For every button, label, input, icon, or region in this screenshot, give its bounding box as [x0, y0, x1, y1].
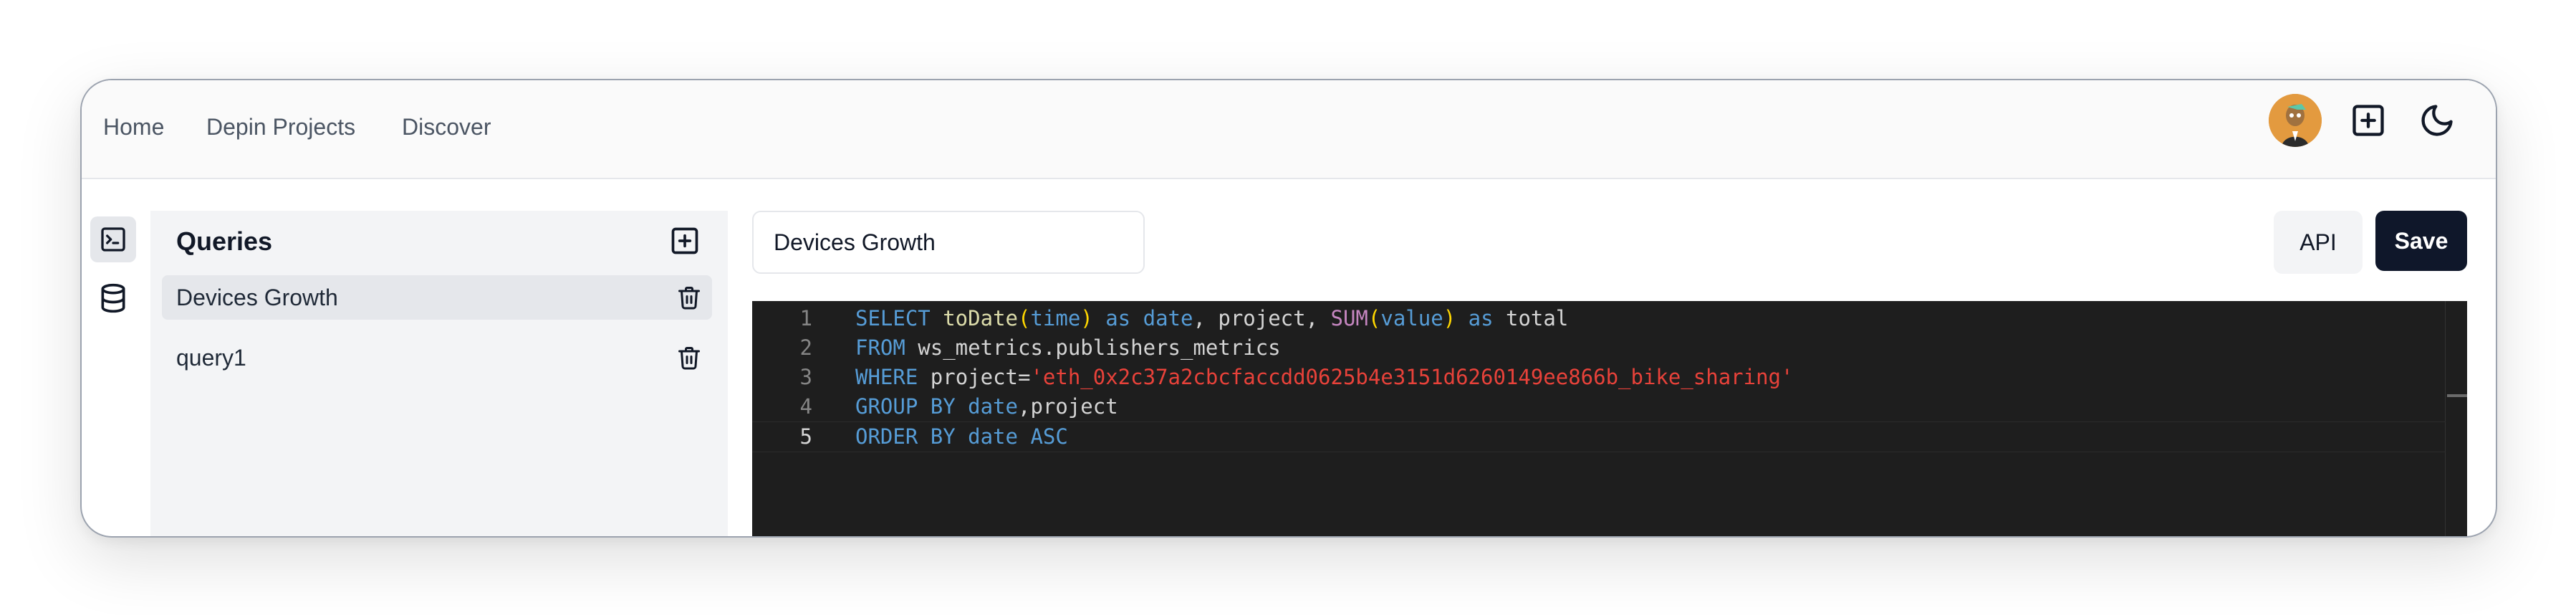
code-text[interactable]: SELECT toDate(time) as date, project, SU…	[855, 304, 1568, 333]
code-token: toDate	[930, 306, 1018, 330]
plus-square-icon[interactable]	[2347, 99, 2390, 142]
code-text[interactable]: ORDER BY date ASC	[855, 422, 1068, 452]
queries-sidebar: Queries Devices Growth query1	[150, 211, 728, 536]
code-token: value	[1380, 306, 1443, 330]
app-window: Home Depin Projects Discover Queries Dev…	[80, 79, 2497, 538]
code-token: ASC	[1017, 424, 1068, 449]
line-number: 5	[799, 424, 812, 449]
code-token: 'eth_0x2c37a2cbcfaccdd0625b4e3151d626014…	[1030, 365, 1794, 389]
moon-icon[interactable]	[2416, 99, 2459, 142]
code-token: (	[1368, 306, 1381, 330]
code-token: date	[1143, 306, 1193, 330]
code-token: , project,	[1193, 306, 1331, 330]
code-token: ,project	[1017, 394, 1118, 419]
code-text[interactable]: GROUP BY date,project	[855, 392, 1118, 421]
code-text[interactable]: FROM ws_metrics.publishers_metrics	[855, 333, 1281, 363]
code-token: SUM	[1330, 306, 1368, 330]
trash-icon[interactable]	[676, 285, 702, 310]
line-number: 3	[799, 365, 812, 389]
line-number: 1	[799, 306, 812, 330]
query-list-item[interactable]: query1	[162, 335, 712, 380]
line-number: 2	[799, 335, 812, 360]
query-name-input[interactable]	[752, 211, 1145, 274]
sidebar-title: Queries	[176, 227, 273, 256]
code-token: project=	[918, 365, 1031, 389]
code-token: as	[1456, 306, 1506, 330]
code-token: )	[1443, 306, 1456, 330]
code-token: total	[1506, 306, 1569, 330]
nav-home-link[interactable]: Home	[103, 109, 164, 145]
code-line[interactable]: 1 SELECT toDate(time) as date, project, S…	[752, 304, 2446, 333]
api-button[interactable]: API	[2274, 211, 2363, 274]
query-item-label: query1	[176, 345, 246, 371]
code-line[interactable]: 2 FROM ws_metrics.publishers_metrics	[752, 333, 2446, 363]
code-token: date	[968, 394, 1018, 419]
query-item-label: Devices Growth	[176, 285, 338, 310]
code-line[interactable]: 3 WHERE project='eth_0x2c37a2cbcfaccdd062…	[752, 363, 2446, 392]
code-token: )	[1080, 306, 1093, 330]
terminal-icon[interactable]	[90, 216, 136, 262]
sql-code-editor[interactable]: 1 SELECT toDate(time) as date, project, S…	[752, 301, 2467, 536]
code-token: ws_metrics.publishers_metrics	[905, 335, 1281, 360]
code-token: date	[968, 424, 1018, 449]
line-number: 4	[799, 394, 812, 419]
nav-discover-link[interactable]: Discover	[402, 109, 491, 145]
database-icon[interactable]	[90, 275, 136, 321]
nav-depin-projects-link[interactable]: Depin Projects	[206, 109, 355, 145]
scrollbar-marker	[2447, 394, 2467, 397]
code-token: (	[1017, 306, 1031, 330]
code-token: as	[1092, 306, 1143, 330]
code-token: FROM	[855, 335, 905, 360]
code-token: ORDER BY	[855, 424, 969, 449]
save-button[interactable]: Save	[2375, 211, 2467, 271]
code-line[interactable]: 5 ORDER BY date ASC	[752, 421, 2446, 452]
top-navbar: Home Depin Projects Discover	[82, 80, 2496, 179]
code-token: SELECT	[855, 306, 931, 330]
user-avatar[interactable]	[2269, 94, 2322, 147]
code-token: WHERE	[855, 365, 918, 389]
code-token: GROUP BY	[855, 394, 969, 419]
trash-icon[interactable]	[676, 345, 702, 371]
query-list-item[interactable]: Devices Growth	[162, 275, 712, 320]
code-text[interactable]: WHERE project='eth_0x2c37a2cbcfaccdd0625…	[855, 363, 1793, 392]
code-token: time	[1030, 306, 1081, 330]
add-query-icon[interactable]	[668, 224, 702, 258]
editor-scrollbar[interactable]	[2445, 301, 2467, 536]
code-line[interactable]: 4 GROUP BY date,project	[752, 392, 2446, 421]
